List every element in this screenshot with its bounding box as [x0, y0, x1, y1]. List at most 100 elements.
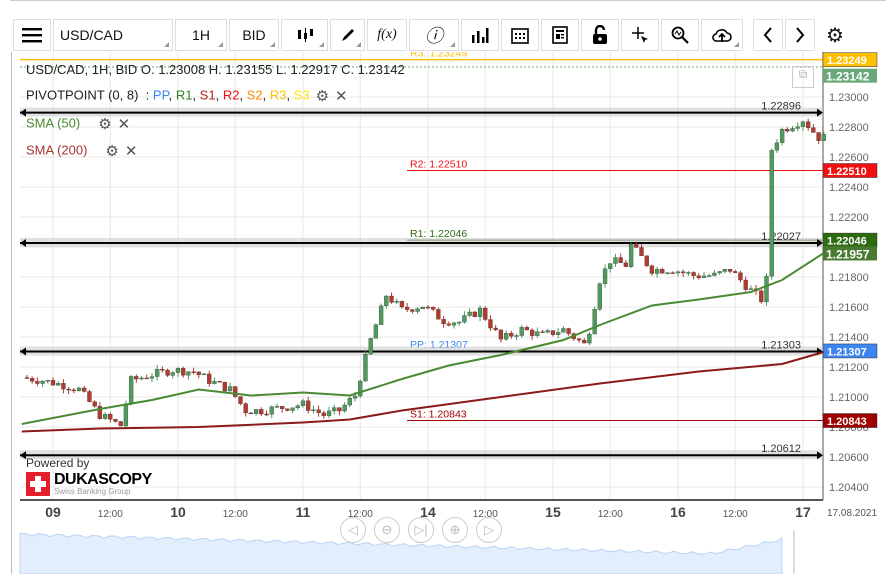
side-label: BID	[242, 27, 266, 43]
indicators-button[interactable]: f(x)	[367, 19, 407, 51]
candle-body	[436, 309, 441, 320]
candle	[316, 405, 321, 417]
draw-tool-button[interactable]	[330, 19, 365, 51]
scroll-forward-button[interactable]: ▷	[476, 517, 502, 543]
info-button[interactable]: ⓘ	[409, 19, 459, 51]
candle-body	[87, 391, 92, 402]
instrument-select[interactable]: USD/CAD	[53, 19, 173, 51]
candle-body	[769, 150, 774, 277]
candle-body	[337, 407, 342, 412]
candle-body	[144, 377, 149, 380]
candle	[295, 404, 300, 411]
candle	[717, 270, 722, 276]
news-button[interactable]	[541, 19, 579, 51]
menu-button[interactable]	[13, 19, 51, 51]
scroll-back-button[interactable]: ◁	[340, 517, 366, 543]
pivot-remove-icon[interactable]: ✕	[335, 87, 348, 105]
upload-button[interactable]	[701, 19, 743, 51]
zoom-out-button[interactable]: ⊖	[374, 517, 400, 543]
candle-body	[181, 368, 186, 376]
pivot-label-r2: R2: 1.22510	[410, 159, 467, 171]
x-tick-label: 12:00	[98, 509, 123, 520]
candle-body	[165, 369, 170, 376]
candle-body	[378, 305, 384, 325]
candle-body	[196, 371, 201, 375]
candle	[561, 326, 566, 333]
candle-body	[774, 142, 780, 151]
candle	[816, 132, 821, 145]
candle-body	[264, 413, 269, 416]
candle-body	[415, 308, 420, 312]
top-divider	[10, 0, 886, 1]
candle	[207, 370, 212, 387]
candle-body	[71, 389, 76, 392]
candle	[410, 308, 415, 314]
candle-body	[816, 132, 821, 141]
zoom-in-button[interactable]: ⊕	[442, 517, 468, 543]
chart-area[interactable]: 1.23000 1.22800 1.22600 1.22400 1.22200 1.220…	[11, 52, 886, 574]
candle	[420, 306, 425, 310]
crosshair-button[interactable]	[621, 19, 659, 51]
popout-button[interactable]: ⧉	[792, 66, 814, 88]
candle-body	[431, 306, 436, 310]
candle	[311, 405, 316, 414]
sma50-remove-icon[interactable]: ✕	[118, 115, 131, 133]
candle	[727, 269, 733, 274]
calendar-button[interactable]	[501, 19, 539, 51]
volume-button[interactable]	[461, 19, 499, 51]
candle-body	[639, 247, 644, 257]
candle-body	[186, 371, 191, 376]
candle-body	[311, 409, 316, 411]
candle-body	[701, 275, 707, 278]
side-select[interactable]: BID	[229, 19, 279, 51]
function-icon: f(x)	[377, 27, 397, 42]
candle-body	[451, 322, 457, 326]
candle	[280, 405, 285, 413]
candle	[795, 122, 800, 132]
candle	[71, 388, 76, 394]
candle	[113, 418, 118, 423]
candle-body	[425, 306, 431, 309]
toolbar: USD/CAD 1H BID f(x) ⓘ ⚙	[13, 19, 853, 51]
candle	[488, 315, 493, 331]
ohlc-legend: USD/CAD, 1H, BID O. 1.23008 H. 1.23155 L…	[26, 62, 405, 77]
candle-body	[175, 368, 181, 373]
candle-body	[524, 327, 530, 331]
candle	[472, 311, 477, 318]
candle	[613, 253, 618, 267]
candle-body	[128, 376, 134, 404]
candle	[686, 270, 691, 277]
candle-body	[139, 377, 144, 380]
candle	[441, 315, 446, 328]
candle	[738, 270, 743, 283]
pivot-settings-icon[interactable]: ⚙	[316, 87, 329, 105]
candle	[587, 331, 592, 346]
date-label: 17.08.2021	[827, 508, 877, 519]
candle-body	[363, 353, 368, 382]
scroll-right-button[interactable]	[785, 19, 815, 51]
sma50-settings-icon[interactable]: ⚙	[98, 115, 111, 133]
hamburger-icon	[22, 28, 42, 43]
candle-body	[404, 306, 410, 310]
sma200-settings-icon[interactable]: ⚙	[105, 142, 118, 160]
lock-button[interactable]	[581, 19, 619, 51]
go-to-end-button[interactable]: ▷|	[408, 517, 434, 543]
candle	[212, 377, 217, 385]
candle	[238, 396, 243, 406]
candle-body	[503, 333, 509, 340]
candle-body	[576, 338, 582, 341]
settings-button[interactable]: ⚙	[817, 19, 853, 51]
sma200-remove-icon[interactable]: ✕	[125, 142, 138, 160]
candle-body	[207, 373, 212, 384]
scroll-left-button[interactable]	[753, 19, 783, 51]
candle	[769, 148, 774, 280]
candle-body	[634, 244, 639, 248]
candle	[290, 407, 295, 414]
period-select[interactable]: 1H	[175, 19, 227, 51]
candle-body	[582, 339, 587, 344]
pivot-part-s2: S2	[246, 87, 263, 103]
zoom-button[interactable]	[661, 19, 699, 51]
candle	[764, 273, 769, 306]
candle-body	[347, 398, 353, 406]
chart-type-button[interactable]	[281, 19, 328, 51]
